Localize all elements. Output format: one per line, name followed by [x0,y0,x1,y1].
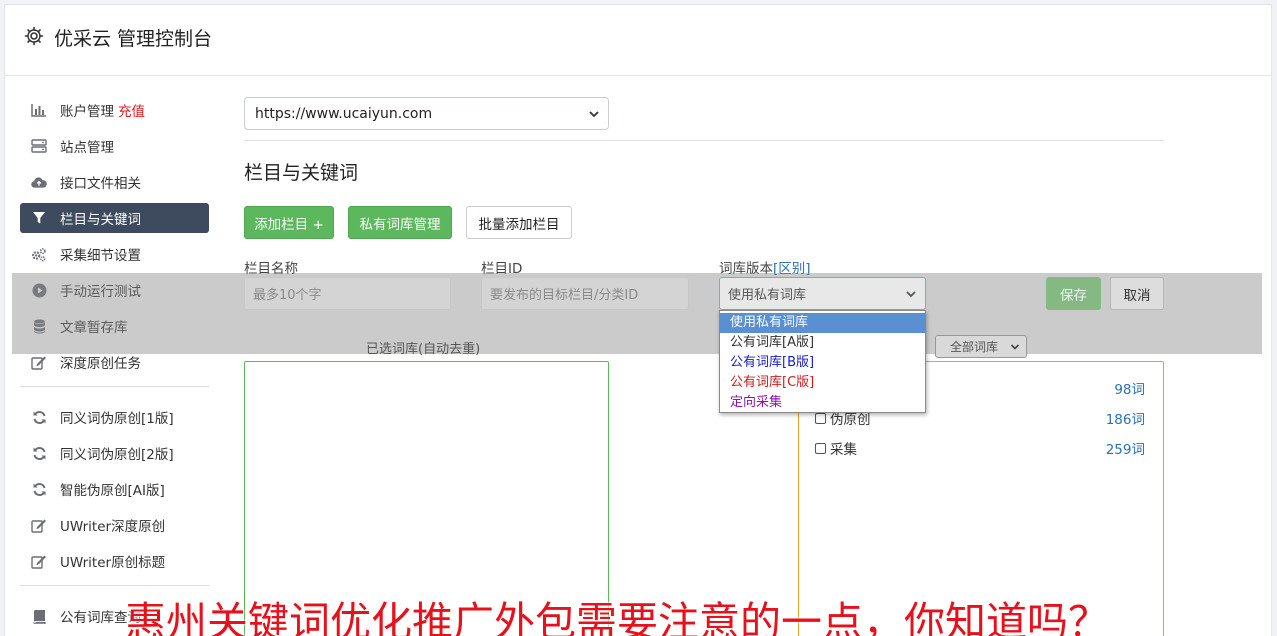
book-icon [31,608,47,624]
sidebar-item-ai-rewrite[interactable]: 智能伪原创[AI版] [20,474,209,504]
library-filter-value: 全部词库 [950,340,999,354]
filter-icon [31,210,47,226]
cloud-upload-icon [31,174,47,190]
edit-icon [31,553,47,569]
selected-library-caption: 已选词库(自动去重) [366,342,481,357]
sidebar-item-collect-settings[interactable]: 采集细节设置 [20,239,209,269]
section-title: 栏目与关键词 [244,162,359,184]
private-library-button[interactable]: 私有词库管理 [348,206,452,239]
sidebar-item-label: 同义词伪原创[1版] [60,411,174,427]
version-option[interactable]: 公有词库[B版] [720,353,925,373]
column-name-input[interactable]: 最多10个字 [244,277,451,310]
sidebar-item-label: 采集细节设置 [60,248,141,264]
add-column-button[interactable]: 添加栏目 + [244,206,334,239]
sidebar-item-uwriter-deep[interactable]: UWriter深度原创 [20,510,209,540]
library-checkbox[interactable] [815,412,826,424]
gear-icon [24,26,44,46]
column-id-input[interactable]: 要发布的目标栏目/分类ID [481,277,689,310]
library-version-value: 使用私有词库 [728,288,807,303]
sidebar-item-account[interactable]: 账户管理 充值 [20,95,209,125]
library-count: 186词 [1105,412,1145,428]
chevron-down-icon [1010,344,1020,350]
version-option[interactable]: 使用私有词库 [720,313,925,333]
save-button[interactable]: 保存 [1046,277,1101,310]
edit-icon [31,517,47,533]
refresh-icon [31,445,47,461]
sidebar-item-label: 深度原创任务 [60,356,141,372]
sidebar-item-label: 站点管理 [60,140,114,156]
sidebar-divider [20,585,209,586]
sidebar-item-label: 栏目与关键词 [60,212,141,228]
chevron-down-icon [589,111,599,118]
library-count: 98词 [1114,382,1145,398]
sidebar-item-synonym-v2[interactable]: 同义词伪原创[2版] [20,438,209,468]
sidebar-divider [20,386,209,387]
bar-chart-icon [31,102,47,118]
sidebar-item-synonym-v1[interactable]: 同义词伪原创[1版] [20,402,209,432]
edit-icon [31,354,47,370]
page-title: 优采云 管理控制台 [54,28,213,50]
recharge-link[interactable]: 充值 [118,100,145,120]
site-select[interactable]: https://www.ucaiyun.com [244,97,609,130]
library-version-select[interactable]: 使用私有词库 [719,277,926,310]
sidebar-item-sites[interactable]: 站点管理 [20,131,209,161]
library-filter-select[interactable]: 全部词库 [935,335,1027,358]
overlay-banner-text: 惠州关键词优化推广外包需要注意的一点，你知道吗？ [125,598,1109,636]
version-option[interactable]: 公有词库[A版] [720,333,925,353]
sidebar-item-label: 同义词伪原创[2版] [60,447,174,463]
divider [244,140,1164,141]
header-bar: 优采云 管理控制台 [5,5,1271,76]
library-row[interactable]: 采集 259词 [815,438,1145,458]
sidebar-item-label: UWriter深度原创 [60,519,166,535]
site-select-value: https://www.ucaiyun.com [255,105,433,122]
refresh-icon [31,409,47,425]
sidebar-item-interface[interactable]: 接口文件相关 [20,167,209,197]
sidebar-item-label: 智能伪原创[AI版] [60,483,165,499]
chevron-down-icon [906,291,916,298]
sidebar-item-columns[interactable]: 栏目与关键词 [20,203,209,233]
batch-add-column-button[interactable]: 批量添加栏目 [466,206,572,239]
sidebar-item-uwriter-title[interactable]: UWriter原创标题 [20,546,209,576]
server-icon [31,138,47,154]
version-option[interactable]: 定向采集 [720,393,925,413]
library-checkbox[interactable] [815,442,826,454]
version-option[interactable]: 公有词库[C版] [720,373,925,393]
library-name: 采集 [830,442,857,458]
library-version-dropdown: 使用私有词库 公有词库[A版] 公有词库[B版] 公有词库[C版] 定向采集 [719,310,926,413]
sidebar: 账户管理 充值 站点管理 接口文件相关 栏目与关键词 采集细节设置 手动运行测试 [20,95,209,636]
cancel-button[interactable]: 取消 [1110,277,1164,310]
sidebar-item-label: UWriter原创标题 [60,555,166,571]
gears-icon [31,246,47,262]
library-count: 259词 [1105,442,1145,458]
sidebar-item-label: 接口文件相关 [60,176,141,192]
refresh-icon [31,481,47,497]
sidebar-item-label: 账户管理 [60,104,114,120]
